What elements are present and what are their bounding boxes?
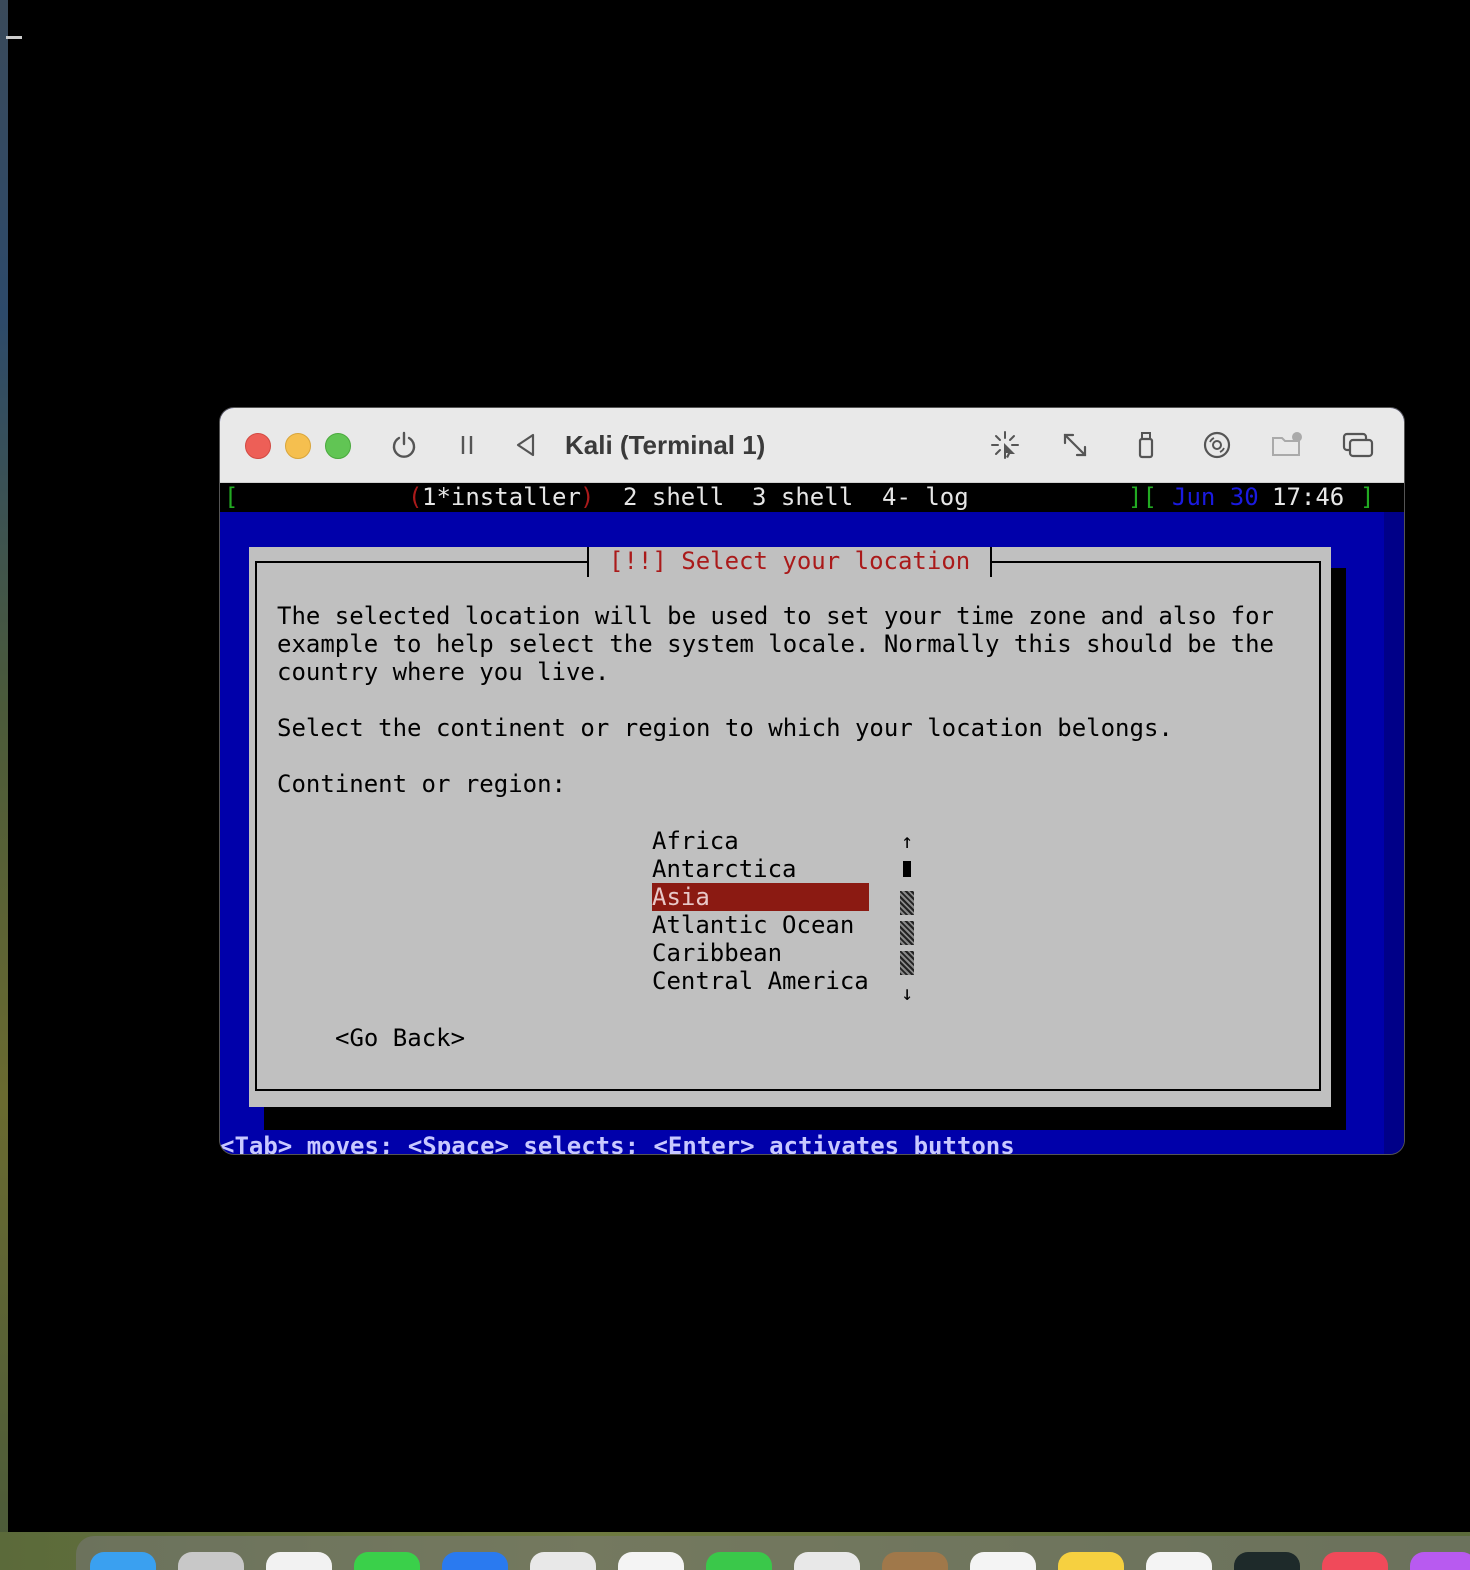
minimize-window-button[interactable]: [285, 433, 311, 459]
tmux-window-shell-3[interactable]: 3 shell: [752, 483, 853, 512]
dock-app-music-icon[interactable]: [1322, 1552, 1388, 1570]
dock-app-mail-icon[interactable]: [442, 1552, 508, 1570]
terminal-right-strip: [1384, 512, 1404, 1154]
dock-app-messages-icon[interactable]: [354, 1552, 420, 1570]
capture-pointer-icon[interactable]: [988, 428, 1022, 462]
scroll-up-arrow-icon[interactable]: ↑: [897, 827, 917, 855]
scrollbar-thumb[interactable]: [897, 891, 917, 919]
desktop-background-edge: [0, 0, 8, 1570]
window-title: Kali (Terminal 1): [565, 430, 766, 460]
dock-app-safari-icon[interactable]: [266, 1552, 332, 1570]
tmux-paren-close: ): [580, 483, 595, 511]
terminal-area[interactable]: [!!] Select your location The selected l…: [220, 512, 1404, 1154]
close-window-button[interactable]: [245, 433, 271, 459]
dock-app-notes-icon[interactable]: [1058, 1552, 1124, 1570]
dock-app-reminders-icon[interactable]: [970, 1552, 1036, 1570]
dock-app-launchpad-icon[interactable]: [178, 1552, 244, 1570]
dock-app-maps-icon[interactable]: [530, 1552, 596, 1570]
windows-overlap-icon[interactable]: [1341, 428, 1375, 462]
window-titlebar[interactable]: Kali (Terminal 1): [220, 408, 1404, 483]
resize-arrows-icon[interactable]: [1058, 428, 1092, 462]
tmux-end-bracket: ]: [1360, 483, 1375, 511]
description-line-3: country where you live.: [277, 658, 610, 686]
scrollbar-thumb[interactable]: [897, 951, 917, 979]
shared-folder-icon[interactable]: [1270, 428, 1304, 462]
dock-app-contacts-icon[interactable]: [882, 1552, 948, 1570]
list-label: Continent or region:: [277, 770, 566, 798]
tmux-date: Jun 30: [1172, 483, 1259, 511]
scroll-down-arrow-icon[interactable]: ↓: [897, 979, 917, 1007]
power-icon[interactable]: [387, 428, 421, 462]
tmux-left-bracket: [: [224, 483, 239, 511]
dock-app-calendar-icon[interactable]: [794, 1552, 860, 1570]
go-back-button[interactable]: <Go Back>: [335, 1024, 465, 1052]
tmux-window-installer[interactable]: 1*installer: [422, 483, 581, 512]
list-item[interactable]: Antarctica: [652, 855, 869, 883]
dialog-title: [!!] Select your location: [587, 547, 993, 577]
dock-app-tv-icon[interactable]: [1146, 1552, 1212, 1570]
tmux-status-bar: [ ( 1*installer ) 2 shell 3 shell 4- log…: [220, 483, 1404, 512]
select-location-dialog: [!!] Select your location The selected l…: [249, 547, 1331, 1107]
dock-app-finder-icon[interactable]: [90, 1552, 156, 1570]
scrollbar-track: [897, 861, 917, 889]
disc-icon[interactable]: [1200, 428, 1234, 462]
vm-window: Kali (Terminal 1) [ ( 1*installer) 2 sh…: [220, 408, 1404, 1154]
dock: [76, 1536, 1470, 1570]
screen: Kali (Terminal 1) [ ( 1*installer) 2 sh…: [0, 0, 1470, 1570]
usb-device-icon[interactable]: [1129, 428, 1163, 462]
dock-app-photos-icon[interactable]: [618, 1552, 684, 1570]
list-item[interactable]: Africa: [652, 827, 869, 855]
list-item[interactable]: Central America: [652, 967, 869, 995]
list-scrollbar[interactable]: ↑ ↓: [897, 827, 917, 1007]
list-item[interactable]: Atlantic Ocean: [652, 911, 869, 939]
dock-app-facetime-icon[interactable]: [706, 1552, 772, 1570]
list-item-selected[interactable]: Asia: [652, 883, 869, 911]
pause-icon[interactable]: [450, 428, 484, 462]
tmux-window-log[interactable]: 4- log: [882, 483, 969, 512]
keyboard-help-line: <Tab> moves; <Space> selects; <Enter> ac…: [220, 1132, 1015, 1154]
desktop-edge-mark: [6, 36, 22, 39]
back-triangle-icon[interactable]: [509, 428, 543, 462]
tmux-time: 17:46: [1272, 483, 1345, 511]
dock-app-podcasts-icon[interactable]: [1410, 1552, 1470, 1570]
dock-app-terminal-icon[interactable]: [1234, 1552, 1300, 1570]
scrollbar-thumb[interactable]: [897, 921, 917, 949]
tmux-right-brackets: ][: [1128, 483, 1157, 511]
list-item[interactable]: Caribbean: [652, 939, 869, 967]
region-list[interactable]: Africa Antarctica Asia Atlantic Ocean Ca…: [652, 827, 922, 995]
tmux-paren-open: (: [408, 483, 423, 511]
description-line-1: The selected location will be used to se…: [277, 602, 1274, 630]
description-line-2: example to help select the system locale…: [277, 630, 1274, 658]
tmux-window-shell-2[interactable]: 2 shell: [623, 483, 724, 512]
zoom-window-button[interactable]: [325, 433, 351, 459]
instruction-text: Select the continent or region to which …: [277, 714, 1173, 742]
